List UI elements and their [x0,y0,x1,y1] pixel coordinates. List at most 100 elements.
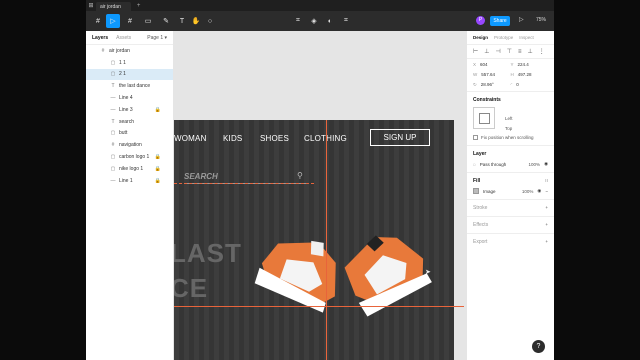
h-field[interactable]: H 497.28 [511,72,549,77]
crop-icon[interactable]: ⌗ [340,14,352,28]
tab-design[interactable]: Design [473,35,488,40]
page-selector[interactable]: Page 1 ▾ [147,35,167,41]
layer-opacity[interactable]: 100% [529,162,541,167]
region-tool-icon[interactable]: # [124,14,136,28]
fill-opacity[interactable]: 100% [522,189,534,194]
w-value: 557.64 [481,72,496,77]
signup-button[interactable]: SIGN UP [370,129,430,146]
align-bottom-icon[interactable]: ⊥ [527,48,532,55]
tab-inspect[interactable]: Inspect [519,35,534,40]
layer-row[interactable]: — Line 3 🔒 [86,104,173,116]
search-label[interactable]: SEARCH [184,172,218,181]
add-export-icon[interactable]: + [545,239,548,244]
blend-mode[interactable]: Pass through [480,162,507,167]
layer-name: butt [119,130,128,137]
search-icon[interactable]: ⚲ [297,171,303,180]
fix-position-row[interactable]: Fix position when scrolling [473,135,548,140]
tab-layers[interactable]: Layers [92,35,108,41]
align-left-icon[interactable]: ⊢ [473,48,478,55]
constraint-vertical[interactable]: Top [505,126,512,131]
tab-assets[interactable]: Assets [116,35,131,41]
mask-icon[interactable]: ◈ [308,14,320,28]
minus-icon[interactable]: − [545,189,548,194]
add-effect-icon[interactable]: + [545,222,548,227]
hero-text-line-1[interactable]: LAST [174,238,242,269]
move-tool-icon[interactable]: ▷ [106,14,120,28]
figma-menu-icon[interactable]: ⊞ [86,2,96,9]
blend-row[interactable]: ◌ Pass through 100% ◉ [473,161,548,167]
fill-type[interactable]: Image [483,189,496,194]
y-field[interactable]: Y 224.4 [511,62,549,67]
air-jordan-frame[interactable]: WOMAN KIDS SHOES CLOTHING SIGN UP SEARCH… [174,120,464,360]
add-stroke-icon[interactable]: + [545,205,548,210]
distribute-icon[interactable]: ⋮ [539,48,545,55]
layer-row[interactable]: — Line 1 🔒 [86,175,173,187]
fill-grid-icon[interactable]: ⁝⁝ [545,178,548,184]
tab-prototype[interactable]: Prototype [494,35,513,40]
align-right-icon[interactable]: ⊣ [495,48,500,55]
hero-text-line-2[interactable]: CE [174,273,208,304]
file-tab[interactable]: air jordan [96,2,131,11]
nav-woman[interactable]: WOMAN [174,134,207,143]
align-middle-icon[interactable]: ≡ [518,49,522,55]
stroke-title: Stroke [473,205,488,211]
constraint-widget[interactable] [473,107,495,129]
nav-shoes[interactable]: SHOES [260,134,289,143]
figma-window: ⊞ air jordan + # ▷ # ▭ ✎ T ✋ ○ ⌗ ◈ ◐ ⌗ P… [86,0,554,360]
lock-icon[interactable]: 🔒 [155,107,161,113]
layer-row[interactable]: ▢ 2 1 [86,68,173,81]
eye-icon[interactable]: ◉ [537,188,541,194]
constraint-horizontal[interactable]: Left [505,116,513,121]
zoom-level[interactable]: 75% [536,17,546,23]
lock-icon[interactable]: 🔒 [155,178,161,184]
help-button[interactable]: ? [532,340,545,353]
component-icon[interactable]: ⌗ [292,14,304,28]
contrast-icon[interactable]: ◐ [324,14,336,28]
transform-props: X 604 Y 224.4 W 557.64 H 497.28 ↻ 28.96° ◜ 0 [467,59,554,91]
share-button[interactable]: Share [490,16,510,26]
canvas[interactable]: WOMAN KIDS SHOES CLOTHING SIGN UP SEARCH… [174,31,466,360]
shape-tool-icon[interactable]: ▭ [142,14,154,28]
w-field[interactable]: W 557.64 [473,72,511,77]
layer-row[interactable]: ▢ butt [86,128,173,140]
eye-icon[interactable]: ◉ [544,161,548,167]
stroke-section: Stroke + [467,199,554,216]
layer-type-icon: — [110,177,116,184]
layer-row[interactable]: ▢ carbon logo 1 🔒 [86,151,173,163]
x-field[interactable]: X 604 [473,62,511,67]
cursor-icon: ➤ [425,269,431,276]
layer-row[interactable]: Tsearch [86,116,173,128]
layer-type-icon: T [111,83,115,90]
fill-swatch[interactable] [473,188,479,194]
frame-tool-icon[interactable]: # [92,14,104,28]
layer-name: Line 4 [119,95,133,102]
design-panel: Design Prototype Inspect ⊢ ⊥ ⊣ ⊤ ≡ ⊥ ⋮ X… [466,31,554,360]
text-tool-icon[interactable]: T [176,14,188,28]
layer-type-icon: T [111,118,115,125]
layer-row[interactable]: # navigation [86,139,173,151]
lock-icon[interactable]: 🔒 [155,166,161,172]
layer-row[interactable]: — Line 4 [86,92,173,104]
fill-row[interactable]: Image 100% ◉ − [473,188,548,194]
fix-position-checkbox[interactable] [473,135,478,140]
align-center-icon[interactable]: ⊥ [484,48,489,55]
align-top-icon[interactable]: ⊤ [507,48,512,55]
lock-icon[interactable]: 🔒 [155,154,161,160]
layer-row[interactable]: ▢ nike logo 1 🔒 [86,163,173,175]
layer-name: 2 1 [119,71,126,78]
hand-tool-icon[interactable]: ✋ [190,14,202,28]
nav-kids[interactable]: KIDS [223,134,242,143]
pen-tool-icon[interactable]: ✎ [160,14,172,28]
radius-field[interactable]: ◜ 0 [511,82,549,88]
toolbar: # ▷ # ▭ ✎ T ✋ ○ ⌗ ◈ ◐ ⌗ P Share ▷ 75% [86,11,554,31]
layer-row[interactable]: Tthe last dance [86,80,173,92]
sneakers-image[interactable] [244,220,444,340]
new-tab-button[interactable]: + [137,3,141,9]
rotation-field[interactable]: ↻ 28.96° [473,82,511,88]
layer-row[interactable]: # air jordan [86,45,173,57]
comment-tool-icon[interactable]: ○ [204,14,216,28]
user-avatar[interactable]: P [476,16,485,25]
present-icon[interactable]: ▷ [519,16,524,23]
title-bar: ⊞ air jordan + [86,0,554,11]
layer-row[interactable]: ▢ 1 1 [86,57,173,69]
